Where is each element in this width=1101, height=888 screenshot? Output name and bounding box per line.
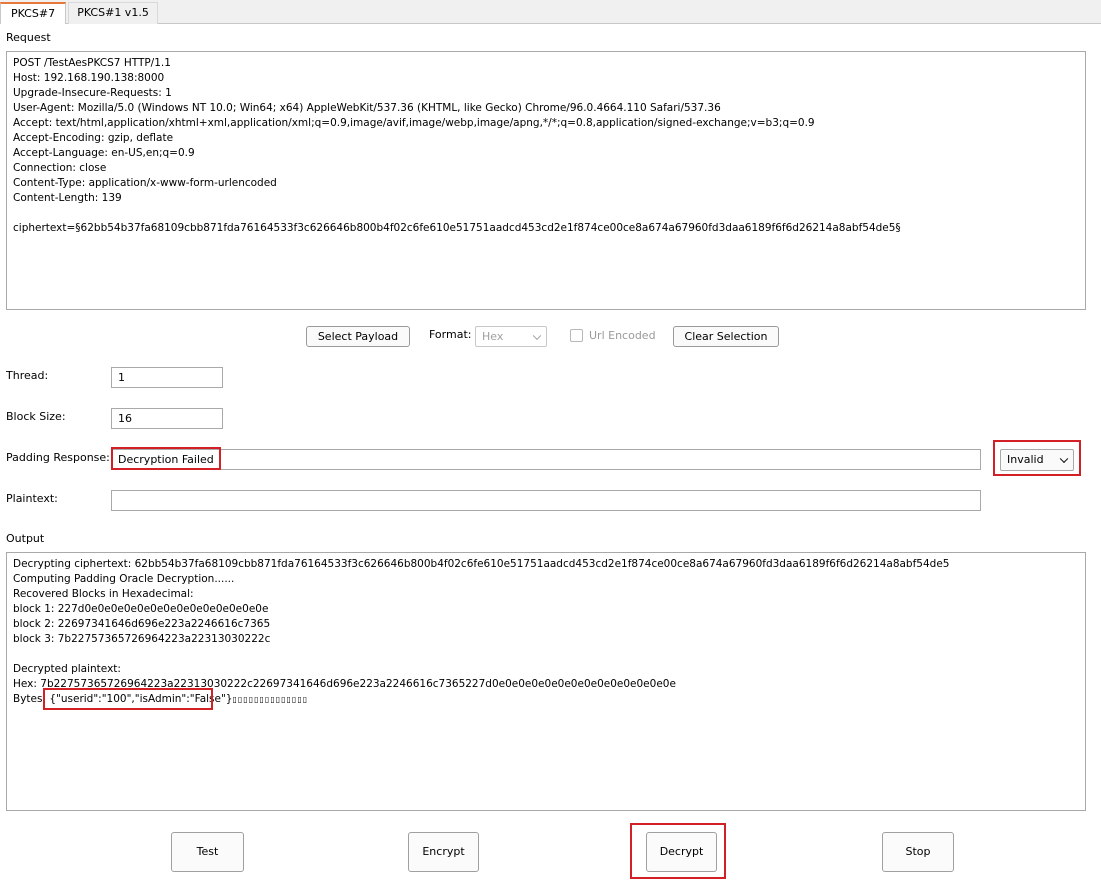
highlight-padding-mode — [993, 440, 1081, 476]
test-button[interactable]: Test — [171, 832, 244, 872]
format-select-value: Hex — [482, 330, 504, 343]
bytes-tail: ▯▯▯▯▯▯▯▯▯▯▯▯▯▯ — [232, 695, 309, 704]
tab-pkcs7[interactable]: PKCS#7 — [0, 2, 66, 24]
clear-selection-button[interactable]: Clear Selection — [673, 326, 779, 347]
padding-response-input[interactable]: Decryption Failed — [111, 449, 981, 470]
block-size-input[interactable]: 16 — [111, 408, 223, 429]
output-line: block 2: 22697341646d696e223a2246616c736… — [13, 618, 271, 630]
output-label: Output — [6, 532, 45, 545]
highlight-decrypted-bytes — [43, 688, 213, 710]
format-label: Format: — [429, 328, 472, 341]
output-line: Decrypting ciphertext: 62bb54b37fa68109c… — [13, 558, 950, 570]
tab-bar — [0, 0, 1101, 24]
stop-button[interactable]: Stop — [882, 832, 954, 872]
tab-pkcs1-label: PKCS#1 v1.5 — [77, 6, 149, 19]
output-line: block 1: 227d0e0e0e0e0e0e0e0e0e0e0e0e0e0… — [13, 603, 269, 615]
output-line: Decrypted plaintext: — [13, 663, 121, 675]
format-select[interactable]: Hex — [475, 326, 547, 347]
encrypt-button[interactable]: Encrypt — [408, 832, 479, 872]
url-encoded-label: Url Encoded — [589, 329, 656, 342]
highlight-decrypt-button — [630, 823, 726, 879]
output-blank-line — [13, 647, 1079, 662]
request-label: Request — [6, 31, 51, 44]
block-size-label: Block Size: — [6, 410, 66, 423]
padding-response-label: Padding Response: — [6, 451, 110, 464]
output-line: block 3: 7b22757365726964223a22313030222… — [13, 633, 271, 645]
tab-pkcs1-v1-5[interactable]: PKCS#1 v1.5 — [68, 2, 158, 24]
select-payload-button[interactable]: Select Payload — [306, 326, 410, 347]
thread-input[interactable]: 1 — [111, 367, 223, 388]
output-console[interactable]: Decrypting ciphertext: 62bb54b37fa68109c… — [6, 552, 1086, 811]
request-editor[interactable]: POST /TestAesPKCS7 HTTP/1.1 Host: 192.16… — [6, 51, 1086, 310]
url-encoded-checkbox[interactable] — [570, 329, 583, 342]
highlight-padding-response — [111, 447, 221, 470]
plaintext-input[interactable] — [111, 490, 981, 511]
output-line: Computing Padding Oracle Decryption.....… — [13, 573, 235, 585]
plaintext-label: Plaintext: — [6, 492, 58, 505]
output-line: Recovered Blocks in Hexadecimal: — [13, 588, 194, 600]
tab-pkcs7-label: PKCS#7 — [10, 7, 56, 20]
thread-label: Thread: — [6, 369, 49, 382]
chevron-down-icon — [532, 331, 542, 340]
